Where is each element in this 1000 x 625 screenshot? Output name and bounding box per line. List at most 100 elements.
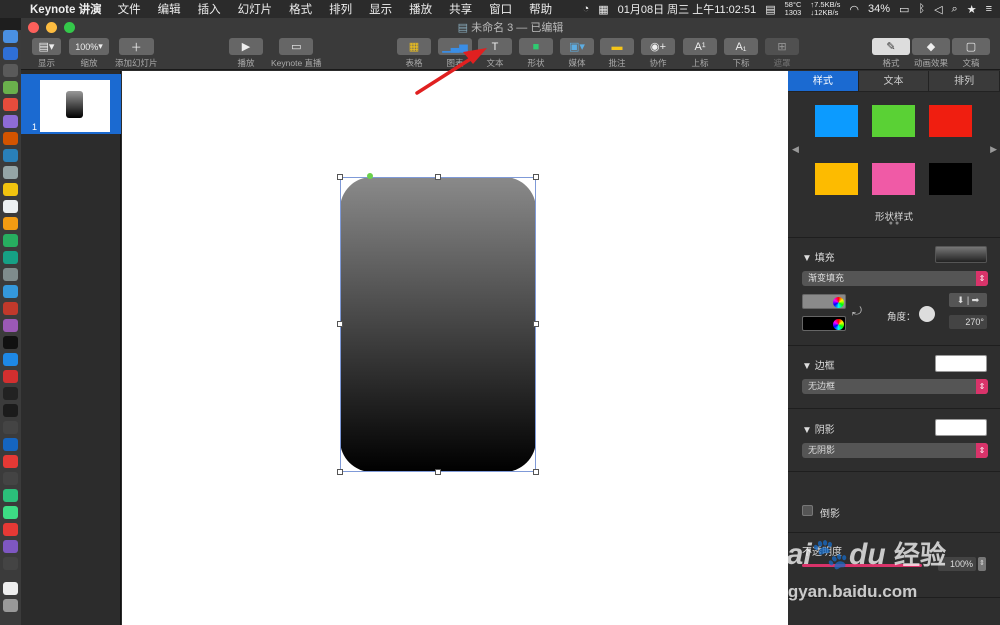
app-icon[interactable] bbox=[3, 132, 18, 145]
slide-thumbnail-selected[interactable]: 1 bbox=[21, 74, 121, 134]
time-machine-icon[interactable]: ◔ bbox=[583, 3, 590, 15]
menu-help[interactable]: 帮助 bbox=[529, 1, 552, 17]
netease-music-icon[interactable] bbox=[3, 523, 18, 536]
finder-icon[interactable] bbox=[3, 30, 18, 43]
mask-button[interactable]: ⊞ 遮罩 bbox=[765, 38, 799, 69]
resize-handle[interactable] bbox=[337, 174, 343, 180]
comment-button[interactable]: ▬ 批注 bbox=[600, 38, 634, 69]
view-button[interactable]: ▤▾ 显示 bbox=[32, 38, 61, 69]
format-button[interactable]: ✎ 格式 bbox=[872, 38, 910, 69]
color-wheel-icon[interactable] bbox=[833, 297, 844, 308]
podcasts-icon[interactable] bbox=[3, 319, 18, 332]
reflection-checkbox[interactable] bbox=[802, 505, 813, 516]
keynote-live-button[interactable]: ▭ Keynote 直播 bbox=[271, 38, 322, 69]
menu-arrange[interactable]: 排列 bbox=[329, 1, 352, 17]
subscript-button[interactable]: A₁ 下标 bbox=[724, 38, 758, 69]
control-center-icon[interactable]: ★ bbox=[967, 3, 977, 16]
fill-preview[interactable] bbox=[935, 246, 987, 263]
app-icon[interactable] bbox=[3, 149, 18, 162]
slide-thumbnail[interactable] bbox=[40, 80, 110, 132]
fill-type-select[interactable]: 渐变填充 ⇕ bbox=[802, 271, 988, 286]
swap-colors-icon[interactable]: ⤾ bbox=[852, 304, 862, 319]
play-button[interactable]: ▶ 播放 bbox=[229, 38, 263, 69]
activity-monitor-icon[interactable] bbox=[3, 404, 18, 417]
app-icon[interactable] bbox=[3, 472, 18, 485]
menu-insert[interactable]: 插入 bbox=[198, 1, 221, 17]
terminal-icon[interactable] bbox=[3, 387, 18, 400]
menu-file[interactable]: 文件 bbox=[118, 1, 141, 17]
network-widget[interactable]: ↑7.5KB/s ↓12KB/s bbox=[810, 1, 840, 17]
battery-percent[interactable]: 34% bbox=[868, 3, 890, 15]
menu-play[interactable]: 播放 bbox=[409, 1, 432, 17]
notes-icon[interactable] bbox=[3, 183, 18, 196]
shape-button[interactable]: ■ 形状 bbox=[519, 38, 553, 69]
border-section-header[interactable]: ▼ 边框 bbox=[802, 357, 835, 372]
stats-widget[interactable]: 58°C 1303 bbox=[785, 1, 802, 17]
menu-edit[interactable]: 编辑 bbox=[158, 1, 181, 17]
resize-handle[interactable] bbox=[533, 469, 539, 475]
style-swatch[interactable] bbox=[815, 105, 858, 137]
chrome-icon[interactable] bbox=[3, 98, 18, 111]
wifi-icon[interactable]: ◠ bbox=[849, 3, 859, 16]
app-icon[interactable] bbox=[3, 557, 18, 570]
style-swatch[interactable] bbox=[872, 105, 915, 137]
tab-text[interactable]: 文本 bbox=[858, 71, 930, 91]
border-preview[interactable] bbox=[935, 355, 987, 372]
app-icon[interactable] bbox=[3, 115, 18, 128]
android-icon[interactable] bbox=[3, 81, 18, 94]
style-swatch[interactable] bbox=[872, 163, 915, 195]
vpn-icon[interactable] bbox=[3, 438, 18, 451]
safari-icon[interactable] bbox=[3, 64, 18, 77]
calendar-icon[interactable]: ▦ bbox=[598, 3, 608, 16]
menu-list-icon[interactable]: ≡ bbox=[986, 3, 992, 15]
menu-share[interactable]: 共享 bbox=[449, 1, 472, 17]
tv-icon[interactable] bbox=[3, 336, 18, 349]
menu-format[interactable]: 格式 bbox=[289, 1, 312, 17]
page-dots[interactable]: ● ● bbox=[788, 220, 1000, 227]
resize-handle[interactable] bbox=[533, 321, 539, 327]
preview-icon[interactable] bbox=[3, 166, 18, 179]
text-button[interactable]: T 文本 bbox=[478, 38, 512, 69]
zoom-dropdown[interactable]: 100% ▾ 缩放 bbox=[69, 38, 109, 69]
wechat-icon[interactable] bbox=[3, 506, 18, 519]
messages-icon[interactable] bbox=[3, 234, 18, 247]
animate-button[interactable]: ◆ 动画效果 bbox=[912, 38, 950, 69]
app-store-icon[interactable] bbox=[3, 353, 18, 366]
document-button[interactable]: ▢ 文稿 bbox=[952, 38, 990, 69]
tab-style[interactable]: 样式 bbox=[788, 71, 859, 91]
calendar-app-icon[interactable] bbox=[3, 200, 18, 213]
shadow-preview[interactable] bbox=[935, 419, 987, 436]
color-wheel-icon[interactable] bbox=[833, 319, 844, 330]
resize-handle[interactable] bbox=[435, 469, 441, 475]
search-icon[interactable]: ⌕ bbox=[952, 3, 958, 16]
music-icon[interactable] bbox=[3, 302, 18, 315]
tab-arrange[interactable]: 排列 bbox=[929, 71, 1000, 91]
keynote-icon[interactable] bbox=[3, 285, 18, 298]
angle-input[interactable]: 270° bbox=[949, 315, 987, 329]
menubar-datetime[interactable]: 01月08日 周三 上午11:02:51 bbox=[618, 1, 757, 17]
slide-canvas[interactable] bbox=[122, 71, 788, 625]
shadow-section-header[interactable]: ▼ 阴影 bbox=[802, 421, 835, 436]
document-icon[interactable] bbox=[3, 582, 18, 595]
app-icon[interactable] bbox=[3, 540, 18, 553]
grid-icon[interactable]: ▤ bbox=[765, 3, 775, 16]
style-swatch[interactable] bbox=[815, 163, 858, 195]
resize-handle[interactable] bbox=[337, 469, 343, 475]
vivaldi-icon[interactable] bbox=[3, 370, 18, 383]
add-slide-button[interactable]: ＋ 添加幻灯片 bbox=[115, 38, 158, 69]
style-swatch[interactable] bbox=[929, 105, 972, 137]
superscript-button[interactable]: A¹ 上标 bbox=[683, 38, 717, 69]
bluetooth-icon[interactable]: ᛒ bbox=[918, 3, 925, 15]
menu-view[interactable]: 显示 bbox=[369, 1, 392, 17]
facetime-icon[interactable] bbox=[3, 251, 18, 264]
border-select[interactable]: 无边框 ⇕ bbox=[802, 379, 988, 394]
shadow-select[interactable]: 无阴影 ⇕ bbox=[802, 443, 988, 458]
rotate-buttons[interactable]: ⬇ | ➡ bbox=[949, 293, 987, 307]
resize-handle[interactable] bbox=[435, 174, 441, 180]
battery-icon[interactable]: ▭ bbox=[899, 3, 909, 16]
chevron-right-icon[interactable]: ▶ bbox=[990, 144, 997, 155]
app-icon[interactable] bbox=[3, 268, 18, 281]
resize-handle[interactable] bbox=[337, 321, 343, 327]
table-button[interactable]: ▦ 表格 bbox=[397, 38, 431, 69]
style-swatch[interactable] bbox=[929, 163, 972, 195]
